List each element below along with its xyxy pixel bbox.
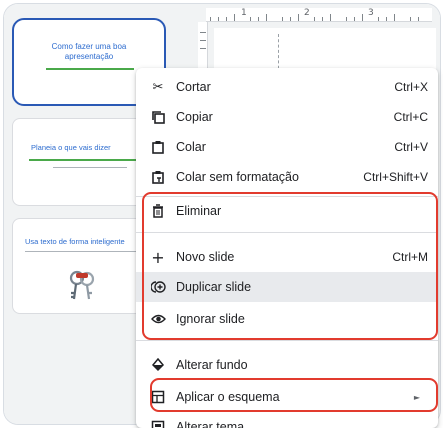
menu-item-change-background[interactable]: Alterar fundo [136,350,438,380]
menu-item-copy[interactable]: Copiar Ctrl+C [136,102,438,132]
menu-item-shortcut: Ctrl+C [393,110,428,124]
menu-item-label: Copiar [176,110,213,124]
horizontal-ruler[interactable]: 1 2 3 [206,8,432,22]
theme-icon [150,419,166,428]
thumbnail-title: apresentação [64,52,114,61]
menu-item-label: Alterar fundo [176,358,248,372]
thumbnail-text-line [29,159,149,161]
context-menu: ✂ Cortar Ctrl+X Copiar Ctrl+C Colar Ctrl… [136,68,438,428]
menu-separator [136,340,438,341]
menu-item-label: Alterar tema [176,420,245,428]
paste-icon [150,139,166,155]
menu-item-shortcut: Ctrl+V [394,140,428,154]
submenu-arrow-icon: ► [413,392,420,402]
menu-item-label: Colar sem formatação [176,170,299,184]
menu-item-shortcut: Ctrl+Shift+V [363,170,428,184]
menu-item-label: Colar [176,140,206,154]
menu-separator [136,232,438,233]
ruler-number: 3 [368,8,374,18]
keys-icon [69,270,95,300]
menu-item-shortcut: Ctrl+M [392,250,428,264]
duplicate-icon [150,279,166,295]
menu-item-apply-layout[interactable]: Aplicar o esquema ► [136,382,438,412]
ruler-number: 1 [241,8,247,18]
menu-item-new-slide[interactable]: + Novo slide Ctrl+M [136,242,438,272]
thumbnail-title: Como fazer uma boa [51,42,127,51]
menu-item-shortcut: Ctrl+X [394,80,428,94]
menu-item-paste[interactable]: Colar Ctrl+V [136,132,438,162]
menu-item-change-theme[interactable]: Alterar tema [136,412,438,428]
menu-item-label: Ignorar slide [176,312,245,326]
layout-icon [150,389,166,405]
menu-item-duplicate-slide[interactable]: Duplicar slide [136,272,438,302]
copy-icon [150,109,166,125]
paste-plain-icon [150,169,166,185]
fill-icon [150,357,166,373]
menu-item-label: Novo slide [176,250,235,264]
menu-item-label: Cortar [176,80,211,94]
ruler-number: 2 [304,8,310,18]
plus-icon: + [151,247,165,267]
menu-item-cut[interactable]: ✂ Cortar Ctrl+X [136,72,438,102]
menu-item-paste-plain[interactable]: Colar sem formatação Ctrl+Shift+V [136,162,438,192]
menu-item-label: Aplicar o esquema [176,390,280,404]
cut-icon: ✂ [152,79,164,95]
thumbnail-subtitle-line [46,68,134,70]
thumbnail-text-line [25,251,149,252]
menu-item-label: Eliminar [176,204,222,218]
menu-item-delete[interactable]: Eliminar [136,196,438,226]
thumbnail-text-line [53,167,127,168]
menu-item-label: Duplicar slide [176,280,252,294]
eye-icon [150,311,166,327]
menu-item-skip-slide[interactable]: Ignorar slide [136,304,438,334]
trash-icon [150,203,166,219]
